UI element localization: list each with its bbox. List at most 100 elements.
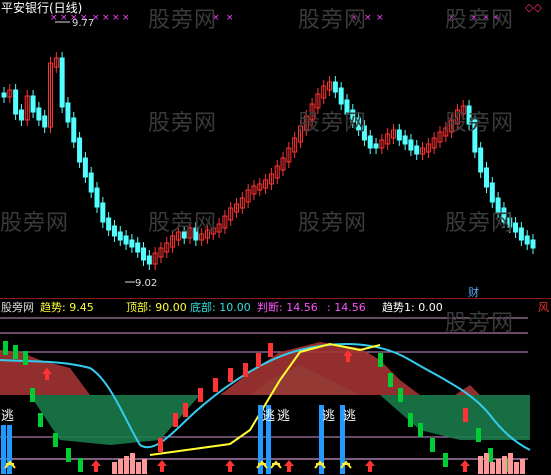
watermark: 股旁网 <box>148 211 218 236</box>
pink-bar <box>520 459 525 474</box>
candle-body <box>338 87 344 105</box>
candle-body <box>408 139 414 151</box>
candle-body <box>100 202 106 223</box>
candle-body <box>146 255 152 265</box>
candle-body <box>518 227 524 241</box>
candle-body <box>530 239 536 249</box>
top-label: 顶部: 90.00 <box>126 301 187 314</box>
candle-body <box>489 182 495 203</box>
top-marker: × <box>122 13 130 23</box>
top-marker: × <box>226 13 234 23</box>
finance-badge[interactable]: 财 <box>468 286 479 299</box>
figure-marker <box>270 460 282 469</box>
candle-body <box>18 109 24 121</box>
pink-bar <box>112 462 117 474</box>
signal-bar <box>198 388 203 402</box>
watermark: 股旁网 <box>445 211 515 236</box>
candle-body <box>36 107 42 121</box>
escape-label: 逃 <box>322 409 336 424</box>
chart-canvas: × × × × × × × × × × × × × × × × × <box>0 13 551 474</box>
candle-body <box>123 235 129 245</box>
bottom-value: 10.00 <box>219 301 251 314</box>
escape-label: 逃 <box>343 409 357 424</box>
candle-body <box>402 135 408 145</box>
candle-body <box>71 117 77 143</box>
watermark: 股旁网 <box>298 211 368 236</box>
watermark: 股旁网 <box>148 8 218 33</box>
signal-bar <box>408 413 413 427</box>
trend1-label: 趋势1: 0.00 <box>382 301 443 314</box>
candle-body <box>129 239 135 248</box>
pink-bar <box>142 459 147 474</box>
top-marker: × <box>102 13 110 23</box>
up-arrow <box>91 460 101 472</box>
candle-body <box>483 167 489 188</box>
high-price-label: 9.77 <box>72 18 95 29</box>
signal-bar <box>183 403 188 417</box>
pink-bar <box>124 456 129 474</box>
bottom-label: 底部: 10.00 <box>190 301 251 314</box>
candle-body <box>141 247 147 261</box>
trend-label: 趋势: 9.45 <box>40 301 94 314</box>
indicator-source: 股旁网 <box>1 301 34 314</box>
signal-bar <box>3 341 8 355</box>
risk-mark: 风 <box>538 301 549 314</box>
chart-title: 平安银行(日线) <box>1 1 83 15</box>
signal-bar <box>38 413 43 427</box>
signal-bar <box>13 345 18 359</box>
signal-bar <box>158 438 163 452</box>
red-area <box>0 342 480 395</box>
watermark: 股旁网 <box>445 111 515 136</box>
escape-label: 逃 <box>277 409 291 424</box>
signal-bar <box>430 438 435 452</box>
judge-value: 14.56 <box>286 301 318 314</box>
signal-bar <box>53 433 58 447</box>
candle-body <box>367 135 373 149</box>
candle-body <box>106 217 112 231</box>
signal-bar <box>243 363 248 377</box>
candle-body <box>30 95 36 113</box>
up-arrow <box>225 460 235 472</box>
candlestick-series: × × × × × × × × × × × × × × × × × <box>1 13 536 283</box>
diamond-marks: ◇◇ <box>525 1 542 14</box>
escape-label: 逃 <box>1 409 15 424</box>
watermark: 股旁网 <box>298 111 368 136</box>
signal-bar <box>256 353 261 367</box>
pink-bar <box>490 462 495 474</box>
signal-bar <box>388 373 393 387</box>
signal-bar <box>213 378 218 392</box>
watermark: 股旁网 <box>298 8 368 33</box>
signal-bar <box>268 343 273 357</box>
watermark: 股旁网 <box>445 311 515 336</box>
pink-bar <box>478 456 483 474</box>
watermark: 股旁网 <box>0 211 70 236</box>
top-marker: × <box>376 13 384 23</box>
signal-bar <box>398 388 403 402</box>
up-arrow <box>284 460 294 472</box>
candle-body <box>13 89 19 115</box>
candle-body <box>332 81 338 93</box>
signal-bar <box>418 423 423 437</box>
pink-bar <box>514 462 519 474</box>
candle-body <box>82 157 88 178</box>
signal-bar <box>463 408 468 422</box>
signal-bar <box>23 351 28 365</box>
candle-body <box>88 172 94 193</box>
candle-body <box>65 102 71 123</box>
low-price-label: 9.02 <box>135 278 158 289</box>
up-arrow <box>460 460 470 472</box>
trend-value: 9.45 <box>69 301 94 314</box>
signal-bar <box>78 458 83 472</box>
signal-bar <box>30 388 35 402</box>
pink-bar <box>496 459 501 474</box>
candle-body <box>478 147 484 173</box>
candle-body <box>524 235 530 245</box>
up-arrow <box>365 460 375 472</box>
candle-body <box>77 137 83 163</box>
pink-bar <box>508 453 513 474</box>
escape-label: 逃 <box>262 409 276 424</box>
trend1-value: 0.00 <box>418 301 443 314</box>
signal-bar <box>228 368 233 382</box>
watermark: 股旁网 <box>445 8 515 33</box>
pink-bar <box>502 456 507 474</box>
